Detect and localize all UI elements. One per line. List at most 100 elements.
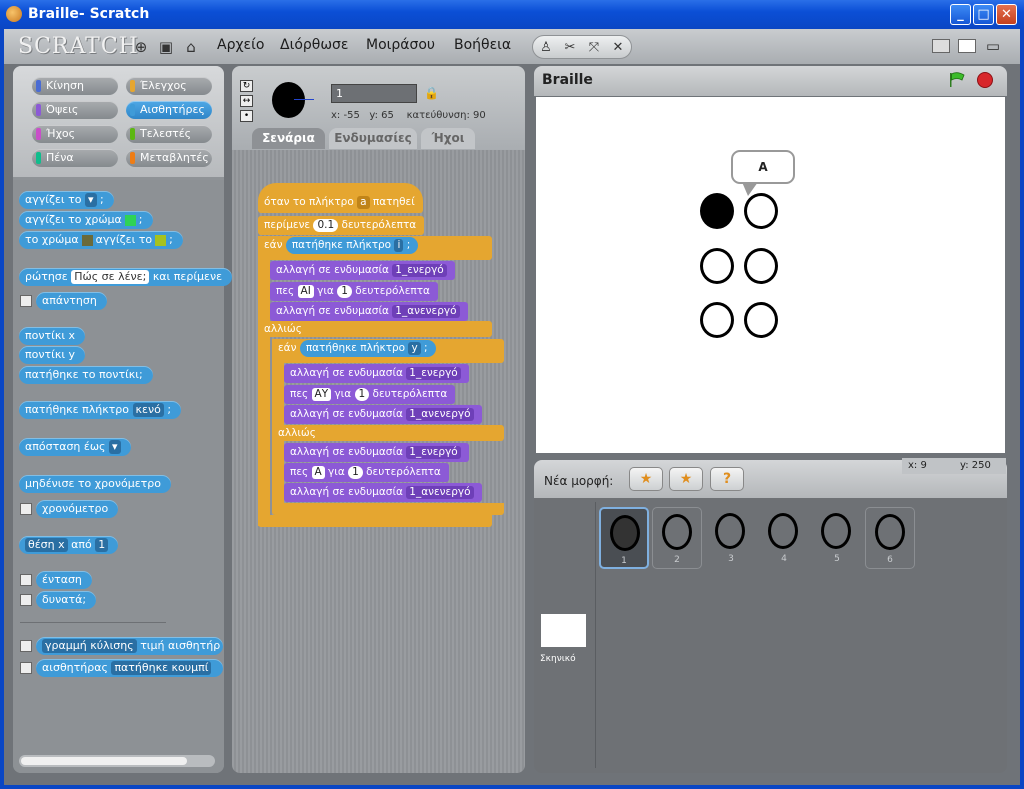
switch-costume-block[interactable]: αλλαγή σε ενδυμασία 1_ανενεργό bbox=[284, 483, 482, 502]
category-sound[interactable]: Ήχος bbox=[32, 125, 118, 143]
distance-block[interactable]: απόσταση έως ▾ bbox=[19, 438, 131, 456]
wait-input[interactable]: 0.1 bbox=[313, 218, 339, 232]
category-pen[interactable]: Πένα bbox=[32, 149, 118, 167]
sensor-dropdown[interactable]: γραμμή κύλισης bbox=[42, 639, 137, 653]
color-swatch[interactable] bbox=[155, 234, 167, 246]
grow-icon[interactable]: ⤧ bbox=[585, 39, 603, 57]
attribute-dropdown[interactable]: θέση x bbox=[25, 538, 68, 552]
tab-sounds[interactable]: Ήχοι bbox=[421, 128, 475, 149]
answer-block[interactable]: απάντηση bbox=[36, 292, 107, 310]
costume-dropdown[interactable]: 1_ενεργό bbox=[406, 445, 461, 459]
ask-input[interactable]: Πώς σε λένε; bbox=[71, 270, 150, 284]
answer-checkbox[interactable] bbox=[20, 295, 32, 307]
presentation-icon[interactable]: ▭ bbox=[984, 37, 1002, 55]
mouse-y-block[interactable]: ποντίκι y bbox=[19, 346, 86, 364]
costume-dropdown[interactable]: 1_ενεργό bbox=[392, 263, 447, 277]
sensor-value-block[interactable]: γραμμή κύλισης τιμή αισθητήρ bbox=[36, 637, 223, 655]
category-variables[interactable]: Μεταβλητές bbox=[126, 149, 212, 167]
minimize-button[interactable]: _ bbox=[950, 4, 971, 25]
tab-scripts[interactable]: Σενάρια bbox=[252, 128, 325, 149]
seconds-input[interactable]: 1 bbox=[354, 387, 370, 401]
sprite-thumb[interactable]: 4 bbox=[759, 507, 809, 569]
reset-timer-block[interactable]: μηδένισε το χρονόμετρο bbox=[19, 475, 171, 493]
stop-icon[interactable] bbox=[977, 72, 993, 88]
if-block[interactable]: εάν πατήθηκε πλήκτρο y ; bbox=[272, 339, 504, 363]
button-dropdown[interactable]: πατήθηκε κουμπί bbox=[111, 661, 212, 675]
random-sprite-button[interactable]: ? bbox=[710, 467, 744, 491]
ask-block[interactable]: ρώτησε Πώς σε λένε; και περίμενε bbox=[19, 268, 233, 286]
key-pressed-block[interactable]: πατήθηκε πλήκτρο κενό ; bbox=[19, 401, 182, 419]
sensor-value-checkbox[interactable] bbox=[20, 640, 32, 652]
loud-checkbox[interactable] bbox=[20, 594, 32, 606]
costume-dropdown[interactable]: 1_ενεργό bbox=[406, 366, 461, 380]
scrollbar-thumb[interactable] bbox=[21, 757, 187, 765]
color-touching-block[interactable]: το χρώμα αγγίζει το; bbox=[19, 231, 183, 249]
maximize-button[interactable]: □ bbox=[973, 4, 994, 25]
key-pressed-condition[interactable]: πατήθηκε πλήκτρο i ; bbox=[285, 237, 419, 254]
loudness-block[interactable]: ένταση bbox=[36, 571, 92, 589]
sprite-name-input[interactable]: 1 bbox=[331, 84, 417, 103]
wait-block[interactable]: περίμενε 0.1 δευτερόλεπτα bbox=[258, 216, 425, 235]
switch-costume-block[interactable]: αλλαγή σε ενδυμασία 1_ανενεργό bbox=[284, 405, 482, 424]
paint-sprite-button[interactable]: ★ bbox=[629, 467, 663, 491]
duplicate-icon[interactable]: ♙ bbox=[537, 39, 555, 57]
costume-dropdown[interactable]: 1_ανενεργό bbox=[406, 485, 474, 499]
sprite-thumb[interactable]: 6 bbox=[865, 507, 915, 569]
key-dropdown[interactable]: κενό bbox=[132, 403, 164, 417]
say-block[interactable]: πες ΑΥ για 1 δευτερόλεπτα bbox=[284, 385, 456, 404]
tab-costumes[interactable]: Ενδυμασίες bbox=[329, 128, 417, 149]
timer-checkbox[interactable] bbox=[20, 503, 32, 515]
seconds-input[interactable]: 1 bbox=[337, 284, 352, 298]
close-button[interactable]: ✕ bbox=[996, 4, 1017, 25]
switch-costume-block[interactable]: αλλαγή σε ενδυμασία 1_ενεργό bbox=[270, 261, 455, 280]
touching-dropdown[interactable]: ▾ bbox=[85, 193, 97, 207]
sprite-thumb[interactable]: 5 bbox=[812, 507, 862, 569]
hat-block[interactable]: όταν το πλήκτρο a πατηθεί bbox=[258, 183, 423, 213]
rotate-icon[interactable]: ↻ bbox=[240, 80, 253, 92]
switch-costume-block[interactable]: αλλαγή σε ενδυμασία 1_ενεργό bbox=[284, 364, 469, 383]
sprite-thumb[interactable]: 2 bbox=[652, 507, 702, 569]
key-dropdown[interactable]: i bbox=[394, 238, 404, 252]
menu-share[interactable]: Μοιράσου bbox=[366, 37, 435, 53]
object-dropdown[interactable]: 1 bbox=[95, 538, 109, 552]
say-input[interactable]: Α bbox=[311, 465, 325, 479]
green-flag-icon[interactable] bbox=[948, 72, 966, 88]
loudness-checkbox[interactable] bbox=[20, 574, 32, 586]
sensor-checkbox[interactable] bbox=[20, 662, 32, 674]
no-rotate-icon[interactable]: • bbox=[240, 110, 253, 122]
category-sensing[interactable]: Αισθητήρες bbox=[126, 101, 212, 119]
loud-block[interactable]: δυνατά; bbox=[36, 591, 97, 609]
timer-block[interactable]: χρονόμετρο bbox=[36, 500, 119, 518]
key-pressed-condition[interactable]: πατήθηκε πλήκτρο y ; bbox=[299, 340, 436, 357]
seconds-input[interactable]: 1 bbox=[348, 465, 363, 479]
sensor-block[interactable]: αισθητήρας πατήθηκε κουμπί bbox=[36, 659, 223, 677]
attribute-of-block[interactable]: θέση x από 1 bbox=[19, 536, 119, 554]
key-dropdown[interactable]: y bbox=[408, 341, 421, 355]
say-block[interactable]: πες Α για 1 δευτερόλεπτα bbox=[284, 463, 449, 482]
direction-indicator[interactable] bbox=[294, 99, 314, 100]
shrink-icon[interactable]: ✕ bbox=[609, 39, 627, 57]
switch-costume-block[interactable]: αλλαγή σε ενδυμασία 1_ανενεργό bbox=[270, 302, 468, 321]
touching-block[interactable]: αγγίζει το ▾ ; bbox=[19, 191, 114, 209]
category-control[interactable]: Έλεγχος bbox=[126, 77, 212, 95]
touching-color-block[interactable]: αγγίζει το χρώμα; bbox=[19, 211, 153, 229]
costume-dropdown[interactable]: 1_ανενεργό bbox=[406, 407, 474, 421]
sprite-thumb[interactable]: 1 bbox=[599, 507, 649, 569]
small-stage-icon[interactable] bbox=[932, 39, 950, 53]
save-icon[interactable]: ▣ bbox=[157, 38, 175, 56]
sprite-thumb[interactable]: 3 bbox=[706, 507, 756, 569]
normal-stage-icon[interactable] bbox=[958, 39, 976, 53]
stage-thumbnail[interactable] bbox=[541, 614, 586, 647]
color-swatch[interactable] bbox=[81, 234, 93, 246]
say-block[interactable]: πες ΑΙ για 1 δευτερόλεπτα bbox=[270, 282, 438, 301]
say-input[interactable]: ΑΙ bbox=[297, 284, 314, 298]
menu-edit[interactable]: Διόρθωσε bbox=[280, 37, 349, 53]
costume-dropdown[interactable]: 1_ανενεργό bbox=[392, 304, 460, 318]
palette-scrollbar[interactable] bbox=[19, 755, 215, 767]
if-block[interactable]: εάν πατήθηκε πλήκτρο i ; bbox=[258, 236, 492, 260]
choose-sprite-button[interactable]: ★ bbox=[669, 467, 703, 491]
flip-icon[interactable]: ↔ bbox=[240, 95, 253, 107]
switch-costume-block[interactable]: αλλαγή σε ενδυμασία 1_ενεργό bbox=[284, 443, 469, 462]
key-dropdown[interactable]: a bbox=[357, 195, 370, 209]
mouse-x-block[interactable]: ποντίκι x bbox=[19, 327, 86, 345]
